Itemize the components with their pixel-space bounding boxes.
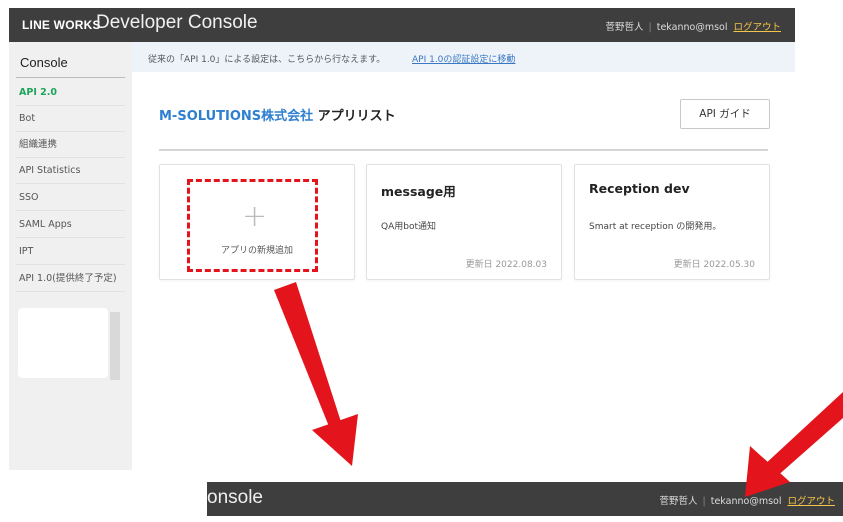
sidebar-item-api1[interactable]: API 1.0(提供終了予定) [16,266,125,292]
logout-link[interactable]: ログアウト [733,22,781,33]
product-title: Developer Console [96,12,258,33]
user-name: 菅野哲人 [659,496,698,507]
user-name: 菅野哲人 [605,22,644,33]
product-title-fragment: onsole [207,487,263,508]
zoomed-header: onsole 菅野哲人 | tekanno@msol ログアウト [207,482,843,516]
notice-text: 従来の「API 1.0」による設定は、こちらから行なえます。 [148,55,386,65]
app-card-date: 更新日 2022.08.03 [465,260,547,270]
app-card-message[interactable]: message用 QA用bot通知 更新日 2022.08.03 [366,164,562,280]
app-card-date: 更新日 2022.05.30 [673,260,755,270]
api1-auth-link[interactable]: API 1.0の認証設定に移動 [412,52,515,65]
sidebar-item-api-statistics[interactable]: API Statistics [16,158,125,184]
app-card-reception[interactable]: Reception dev Smart at reception の開発用。 更… [574,164,770,280]
highlight-box [187,179,318,272]
page-title: M-SOLUTIONS株式会社 アプリリスト [159,105,396,124]
sidebar-title: Console [20,55,68,70]
notice-bar: 従来の「API 1.0」による設定は、こちらから行なえます。 API 1.0の認… [132,42,795,73]
user-area: 菅野哲人 | tekanno@msol ログアウト [605,22,781,33]
top-header: LINE WORKS Developer Console 菅野哲人 | tekann… [9,8,795,42]
sidebar-item-ipt[interactable]: IPT [16,239,125,265]
zoomed-user-area: 菅野哲人 | tekanno@msol ログアウト [659,496,835,507]
company-name: M-SOLUTIONS株式会社 [159,109,314,124]
app-card-desc: QA用bot通知 [381,222,436,232]
logout-link-zoomed[interactable]: ログアウト [787,496,835,507]
user-email: tekanno@msol [710,496,782,507]
lineworks-logo: LINE WORKS [22,18,101,32]
page-title-text: アプリリスト [317,109,396,124]
sidebar-panel [18,308,108,378]
sidebar-item-org-link[interactable]: 組織連携 [16,132,125,158]
sidebar-item-sso[interactable]: SSO [16,185,125,211]
title-divider [159,149,768,151]
sidebar-divider [16,77,125,78]
api-guide-button[interactable]: API ガイド [680,99,770,129]
sidebar-item-api2[interactable]: API 2.0 [16,80,125,106]
sidebar: Console API 2.0 Bot 組織連携 API Statistics … [9,42,132,470]
app-card-title: Reception dev [589,181,690,196]
app-card-title: message用 [381,184,456,199]
app-card-desc: Smart at reception の開発用。 [589,222,722,232]
user-email: tekanno@msol [656,22,728,33]
sidebar-scrollbar[interactable] [110,312,120,380]
sidebar-item-bot[interactable]: Bot [16,106,125,132]
sidebar-item-saml-apps[interactable]: SAML Apps [16,212,125,238]
